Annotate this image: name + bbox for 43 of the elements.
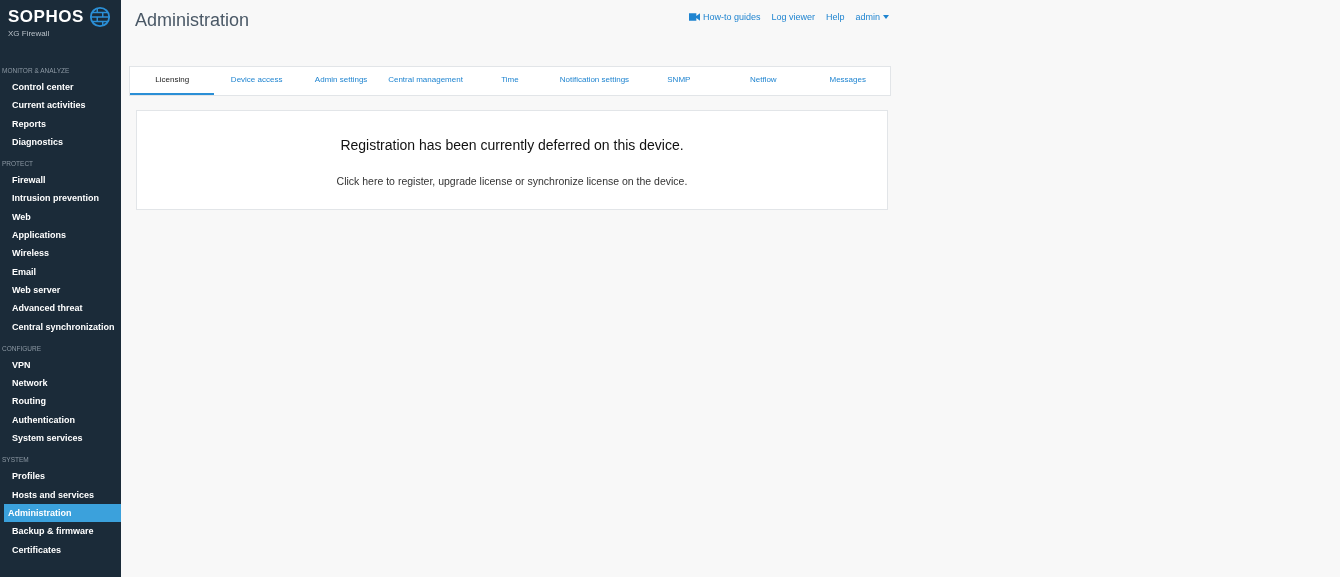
- sidebar-item[interactable]: Routing: [4, 392, 121, 411]
- sidebar-item[interactable]: Intrusion prevention: [4, 189, 121, 208]
- sidebar-item[interactable]: Network: [4, 374, 121, 393]
- globe-icon: [88, 6, 111, 28]
- header-link[interactable]: How-to guides: [688, 12, 761, 22]
- tab[interactable]: Messages: [805, 67, 890, 95]
- sidebar-item[interactable]: Current activities: [4, 96, 121, 115]
- tab[interactable]: Licensing: [130, 67, 215, 95]
- tab[interactable]: Netflow: [721, 67, 806, 95]
- sidebar-item[interactable]: VPN: [4, 355, 121, 375]
- video-camera-icon: [688, 13, 700, 21]
- sidebar-item[interactable]: Web server: [4, 280, 121, 300]
- sidebar-item[interactable]: Web: [4, 207, 121, 227]
- sidebar-item[interactable]: Control center: [4, 78, 121, 97]
- tab[interactable]: SNMP: [636, 67, 722, 95]
- sidebar-item[interactable]: Certificates: [4, 540, 121, 559]
- sidebar-item[interactable]: Central synchronization: [4, 317, 121, 336]
- sidebar-item[interactable]: Firewall: [4, 171, 121, 190]
- sidebar-item[interactable]: Hosts and services: [4, 485, 121, 504]
- page-title: Administration: [135, 10, 250, 32]
- header-link[interactable]: Log viewer: [771, 12, 815, 22]
- register-link[interactable]: Click here to register, upgrade license or synchronize license on the device.: [336, 175, 688, 187]
- tab[interactable]: Central management: [383, 67, 468, 95]
- product-name: XG Firewall: [8, 29, 51, 38]
- sidebar-item[interactable]: Email: [4, 262, 121, 281]
- tab[interactable]: Time: [467, 67, 553, 95]
- sidebar-item[interactable]: System services: [4, 429, 121, 448]
- sidebar-item[interactable]: Backup & firmware: [4, 522, 121, 541]
- tab[interactable]: Notification settings: [552, 67, 637, 95]
- logo-text: SOPHOS: [8, 7, 84, 27]
- tab[interactable]: Admin settings: [298, 67, 384, 95]
- header-link[interactable]: admin: [855, 12, 889, 22]
- tab[interactable]: Device access: [214, 67, 299, 95]
- sidebar-item[interactable]: Advanced threat: [4, 299, 121, 318]
- sidebar-item[interactable]: Reports: [4, 114, 121, 133]
- header-link[interactable]: Help: [825, 12, 845, 22]
- sidebar-item[interactable]: Wireless: [4, 244, 121, 263]
- sidebar-item[interactable]: Diagnostics: [4, 132, 121, 152]
- message-title: Registration has been currently deferred on this device.: [340, 137, 684, 153]
- sidebar-item[interactable]: Profiles: [4, 467, 121, 486]
- sidebar-item[interactable]: Authentication: [4, 410, 121, 430]
- caret-icon: [883, 15, 889, 19]
- sidebar-item[interactable]: Applications: [4, 226, 121, 245]
